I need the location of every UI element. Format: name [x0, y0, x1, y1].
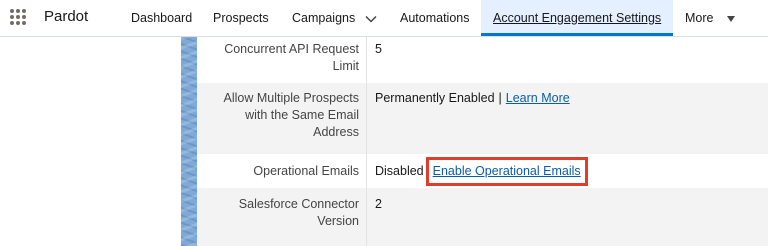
- nav-tab-label: More: [685, 11, 714, 25]
- settings-label: Allow Multiple Prospects with the Same E…: [223, 91, 359, 139]
- nav-tab-more[interactable]: More: [685, 11, 735, 25]
- nav-tab-label: Automations: [400, 11, 470, 25]
- nav-tab-campaigns[interactable]: Campaigns: [292, 11, 377, 25]
- caret-down-icon: [726, 15, 735, 22]
- app-launcher-grid-icon[interactable]: [9, 8, 27, 26]
- nav-tab-prospects[interactable]: Prospects: [213, 11, 269, 25]
- nav-tab-account-engagement-settings[interactable]: Account Engagement Settings: [481, 0, 674, 36]
- nav-tab-label: Prospects: [213, 11, 269, 25]
- decorative-side-strip: [181, 37, 197, 246]
- nav-tab-label: Dashboard: [131, 11, 193, 25]
- settings-value-group: Disabled Enable Operational Emails: [375, 157, 588, 186]
- settings-value: 2: [375, 197, 382, 211]
- settings-label: Concurrent API Request Limit: [224, 42, 359, 73]
- settings-label-cell: Salesforce Connector Version: [197, 188, 367, 246]
- settings-label: Salesforce Connector Version: [238, 197, 359, 228]
- top-navigation-bar: Pardot Dashboard Prospects Campaigns Aut…: [0, 0, 768, 37]
- nav-tab-label: Account Engagement Settings: [493, 11, 662, 25]
- settings-row-multiple-prospects: Allow Multiple Prospects with the Same E…: [197, 83, 768, 154]
- settings-value: Disabled: [375, 164, 424, 178]
- settings-value: 5: [375, 42, 382, 56]
- settings-label: Operational Emails: [253, 164, 359, 178]
- settings-row-api-limit: Concurrent API Request Limit 5: [197, 37, 768, 83]
- annotation-highlight-box: Enable Operational Emails: [425, 157, 588, 186]
- enable-operational-emails-link[interactable]: Enable Operational Emails: [433, 164, 581, 178]
- settings-label-cell: Operational Emails: [197, 154, 367, 188]
- app-name: Pardot: [44, 8, 89, 25]
- settings-label-cell: Allow Multiple Prospects with the Same E…: [197, 83, 367, 154]
- nav-tab-dashboard[interactable]: Dashboard: [131, 11, 192, 25]
- chevron-down-icon[interactable]: [365, 15, 377, 23]
- nav-tab-label: Campaigns: [292, 11, 356, 25]
- settings-table: Concurrent API Request Limit 5 Allow Mul…: [197, 37, 768, 246]
- settings-value: Permanently Enabled: [375, 91, 495, 105]
- settings-row-operational-emails: Operational Emails Disabled Enable Operat…: [197, 154, 768, 188]
- separator: |: [498, 91, 502, 105]
- settings-row-connector-version: Salesforce Connector Version 2: [197, 188, 768, 246]
- settings-label-cell: Concurrent API Request Limit: [197, 37, 367, 83]
- learn-more-link[interactable]: Learn More: [506, 91, 570, 105]
- nav-tab-automations[interactable]: Automations: [400, 11, 469, 25]
- settings-value-group: Permanently Enabled | Learn More: [375, 90, 570, 107]
